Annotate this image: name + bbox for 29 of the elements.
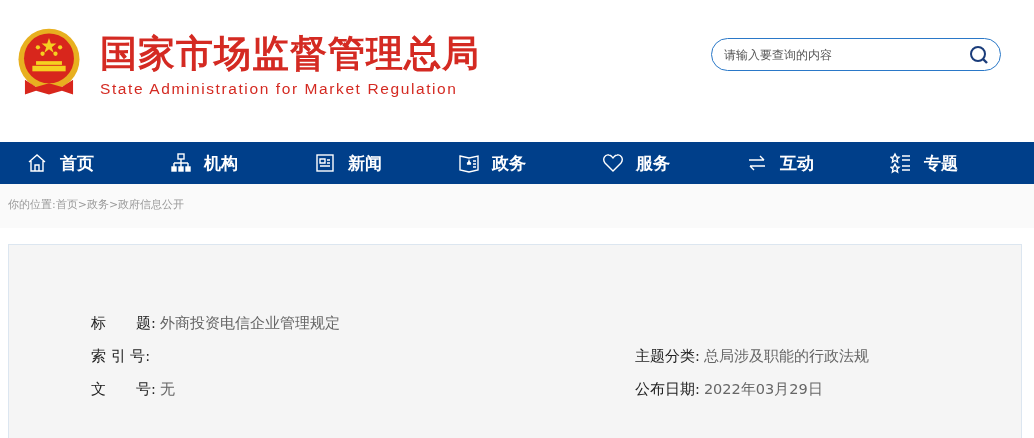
- site-subtitle: State Administration for Market Regulation: [100, 80, 459, 98]
- field-value: 无: [159, 380, 175, 399]
- breadcrumb-separator: >: [77, 197, 87, 211]
- nav-item[interactable]: 政务: [458, 142, 602, 184]
- field-value: 外商投资电信企业管理规定: [159, 314, 340, 333]
- nav-item[interactable]: 新闻: [314, 142, 458, 184]
- search-field[interactable]: 请输入要查询的内容: [711, 38, 1001, 71]
- home-icon: [26, 152, 48, 174]
- org-chart-icon: [170, 152, 192, 174]
- heart-icon: [602, 152, 624, 174]
- newspaper-icon: [314, 152, 336, 174]
- breadcrumb-label: 你的位置:: [8, 196, 56, 212]
- nav-item[interactable]: 服务: [602, 142, 746, 184]
- star-list-icon: [890, 152, 912, 174]
- book-icon: [458, 152, 480, 174]
- nav-item[interactable]: 机构: [170, 142, 314, 184]
- nav-item[interactable]: 互动: [746, 142, 890, 184]
- field-label: 文 号:: [91, 380, 156, 399]
- field-value: 总局涉及职能的行政法规: [703, 347, 869, 366]
- field-label: 索 引 号:: [91, 347, 151, 366]
- nav-item[interactable]: 首页: [26, 142, 170, 184]
- field-label: 标 题:: [91, 314, 156, 333]
- field-value: 2022年03月29日: [703, 380, 823, 399]
- search-icon[interactable]: [969, 45, 989, 65]
- field-label: 主题分类:: [635, 347, 700, 366]
- field-label: 公布日期:: [635, 380, 700, 399]
- nav-item[interactable]: 专题: [890, 142, 1034, 184]
- breadcrumb-separator: >: [108, 197, 119, 211]
- site-title: 国家市场监督管理总局: [100, 32, 480, 76]
